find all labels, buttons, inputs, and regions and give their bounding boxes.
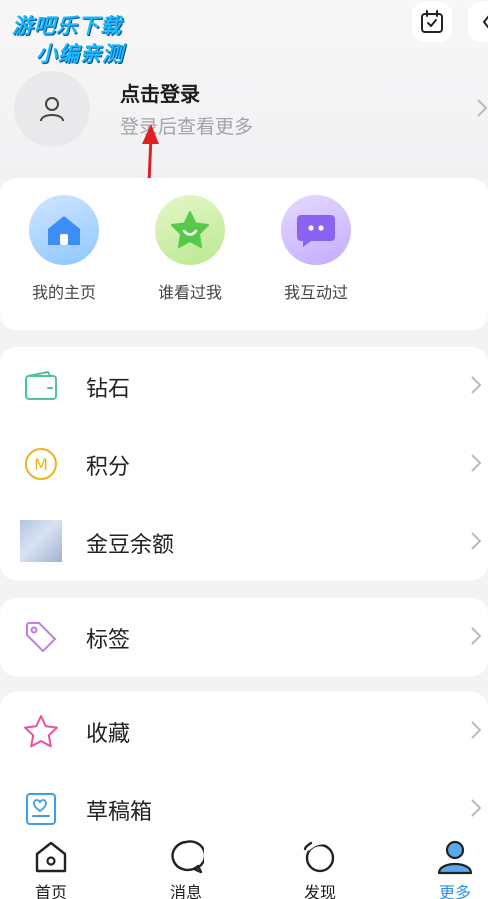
tab-messages[interactable]: 消息 xyxy=(151,839,221,899)
tags-card: 标签 xyxy=(0,598,488,676)
more-button[interactable] xyxy=(468,2,488,42)
quick-action-my-home[interactable]: 我的主页 xyxy=(14,195,114,315)
chevron-right-icon xyxy=(477,99,488,117)
gold-bean-thumbnail-icon xyxy=(20,520,62,562)
quick-action-label: 我互动过 xyxy=(283,283,348,302)
drafts-icon xyxy=(26,793,56,825)
menu-row-label: 标签 xyxy=(86,628,131,653)
chevron-right-icon xyxy=(471,454,482,472)
tab-label: 消息 xyxy=(169,883,202,899)
calendar-check-icon xyxy=(421,10,443,33)
star-smile-icon xyxy=(171,211,209,248)
menu-row-label: 草稿箱 xyxy=(86,800,153,825)
points-coin-icon: M xyxy=(25,448,57,480)
menu-row-label: 积分 xyxy=(86,455,131,480)
menu-row-label: 金豆余额 xyxy=(86,533,175,558)
discover-tab-icon xyxy=(303,839,336,873)
quick-actions-card: 我的主页 谁看过我 我互动过 xyxy=(0,178,488,330)
menu-row-points[interactable]: M 积分 xyxy=(0,425,488,503)
home-tab-icon xyxy=(35,841,67,873)
quick-action-label: 谁看过我 xyxy=(157,283,222,302)
tag-icon xyxy=(26,622,56,652)
watermark: 游吧乐下载 小编亲测 xyxy=(8,6,148,66)
collection-card: 收藏 草稿箱 xyxy=(0,692,488,852)
more-icon xyxy=(482,15,488,29)
menu-row-tags[interactable]: 标签 xyxy=(0,598,488,676)
menu-row-diamonds[interactable]: 钻石 xyxy=(0,347,488,425)
tab-home[interactable]: 首页 xyxy=(16,839,86,899)
chevron-right-icon xyxy=(471,376,482,394)
chevron-right-icon xyxy=(471,799,482,817)
quick-action-interacted[interactable]: 我互动过 xyxy=(266,195,366,315)
chevron-right-icon xyxy=(471,627,482,645)
login-row[interactable]: 点击登录 登录后查看更多 xyxy=(14,70,488,150)
home-icon xyxy=(48,216,80,245)
chevron-right-icon xyxy=(471,532,482,550)
chat-bubble-icon xyxy=(297,215,335,247)
user-icon xyxy=(40,97,64,122)
profile-tab-icon xyxy=(437,840,473,875)
menu-row-label: 收藏 xyxy=(86,722,131,747)
menu-row-favorites[interactable]: 收藏 xyxy=(0,692,488,770)
tab-label: 发现 xyxy=(303,883,336,899)
login-title[interactable]: 点击登录 xyxy=(120,78,200,107)
quick-action-label: 我的主页 xyxy=(31,283,96,302)
menu-row-gold-beans[interactable]: 金豆余额 xyxy=(0,503,488,581)
tab-label: 首页 xyxy=(34,883,67,899)
tab-discover[interactable]: 发现 xyxy=(285,839,355,899)
quick-action-who-viewed-me[interactable]: 谁看过我 xyxy=(140,195,240,315)
tab-label: 更多 xyxy=(438,883,471,899)
wallet-card: 钻石 M 积分 金豆余额 xyxy=(0,347,488,580)
watermark-line-2: 小编亲测 xyxy=(36,42,124,66)
wallet-icon xyxy=(25,371,57,400)
tab-more[interactable]: 更多 xyxy=(420,839,488,899)
star-outline-icon xyxy=(24,715,58,748)
coin-letter: M xyxy=(34,455,48,474)
menu-row-label: 钻石 xyxy=(86,377,131,402)
message-tab-icon xyxy=(171,840,204,874)
bottom-tab-bar: 首页 消息 发现 更多 xyxy=(0,829,488,899)
chevron-right-icon xyxy=(471,721,482,739)
watermark-line-1: 游吧乐下载 xyxy=(12,14,122,38)
avatar[interactable] xyxy=(14,71,90,147)
calendar-button[interactable] xyxy=(412,2,452,42)
